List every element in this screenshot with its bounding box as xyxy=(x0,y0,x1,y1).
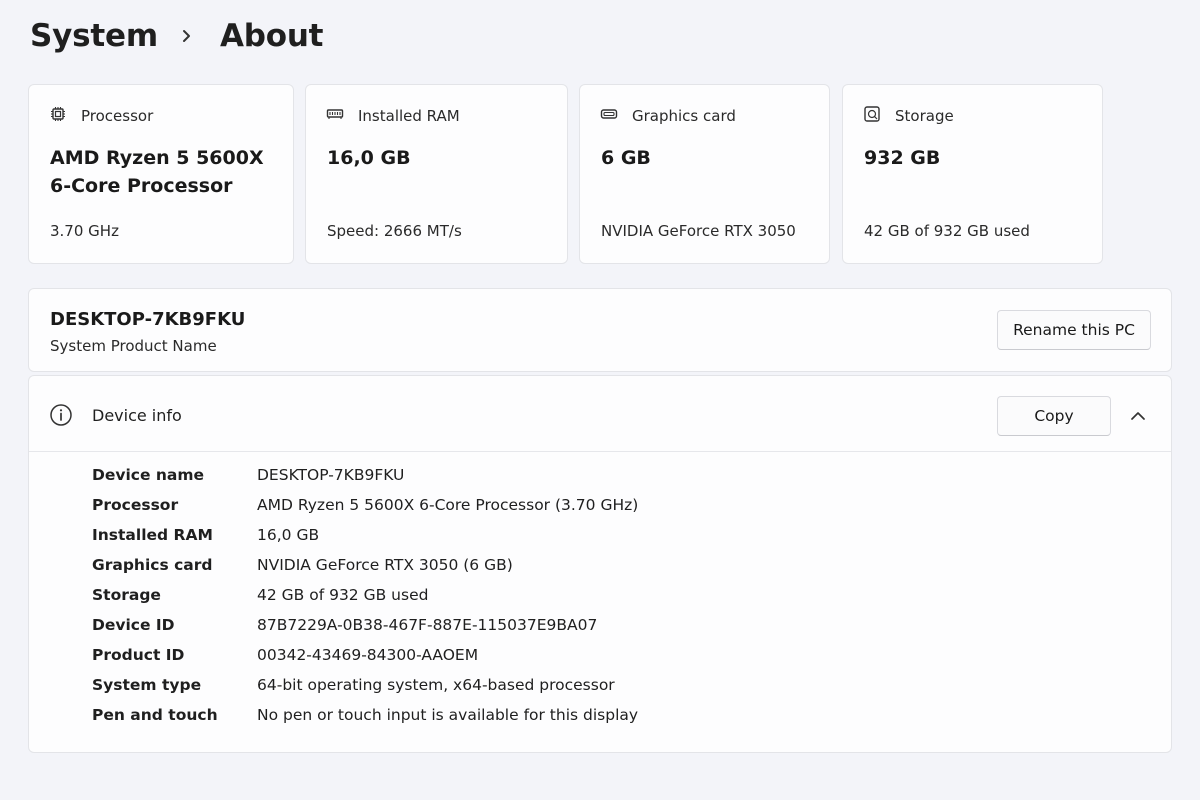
card-value: 16,0 GB xyxy=(327,147,411,169)
row-value: 87B7229A-0B38-467F-887E-115037E9BA07 xyxy=(257,616,598,634)
device-info-header[interactable]: Device info Copy xyxy=(29,376,1171,452)
row-key: Product ID xyxy=(92,646,185,664)
row-key: Storage xyxy=(92,586,161,604)
card-label: Storage xyxy=(895,107,954,125)
row-value: DESKTOP-7KB9FKU xyxy=(257,466,405,484)
card-sub: NVIDIA GeForce RTX 3050 xyxy=(601,222,796,240)
graphics-card-icon xyxy=(600,105,618,127)
rename-pc-button[interactable]: Rename this PC xyxy=(997,310,1151,350)
chevron-right-icon xyxy=(172,21,202,51)
row-value: NVIDIA GeForce RTX 3050 (6 GB) xyxy=(257,556,513,574)
row-key: Processor xyxy=(92,496,179,514)
ram-card: Installed RAM 16,0 GB Speed: 2666 MT/s xyxy=(305,84,568,264)
pc-name: DESKTOP-7KB9FKU xyxy=(50,309,246,330)
row-key: Installed RAM xyxy=(92,526,213,544)
row-key: System type xyxy=(92,676,202,694)
info-icon xyxy=(49,403,73,427)
storage-card: Storage 932 GB 42 GB of 932 GB used xyxy=(842,84,1103,264)
card-sub: 3.70 GHz xyxy=(50,222,119,240)
card-sub: Speed: 2666 MT/s xyxy=(327,222,462,240)
row-value: 42 GB of 932 GB used xyxy=(257,586,429,604)
storage-icon xyxy=(863,105,881,127)
row-value: AMD Ryzen 5 5600X 6-Core Processor (3.70… xyxy=(257,496,639,514)
page-title: About xyxy=(219,18,324,54)
pc-name-panel: DESKTOP-7KB9FKU System Product Name Rena… xyxy=(28,288,1172,372)
row-value: No pen or touch input is available for t… xyxy=(257,706,639,724)
card-label: Graphics card xyxy=(632,107,736,125)
card-label: Processor xyxy=(81,107,154,125)
graphics-card-card: Graphics card 6 GB NVIDIA GeForce RTX 30… xyxy=(579,84,830,264)
row-value: 64-bit operating system, x64-based proce… xyxy=(257,676,615,694)
card-value: 932 GB xyxy=(864,147,941,169)
row-key: Pen and touch xyxy=(92,706,218,724)
copy-button[interactable]: Copy xyxy=(997,396,1111,436)
card-label: Installed RAM xyxy=(358,107,460,125)
row-key: Device ID xyxy=(92,616,175,634)
breadcrumb-parent[interactable]: System xyxy=(30,18,158,54)
pc-product-name: System Product Name xyxy=(50,337,217,355)
row-value: 16,0 GB xyxy=(257,526,320,544)
processor-card: Processor AMD Ryzen 5 5600X 6-Core Proce… xyxy=(28,84,294,264)
device-info-panel: Device info Copy Device name DESKTOP-7KB… xyxy=(28,375,1172,753)
row-key: Graphics card xyxy=(92,556,213,574)
card-sub: 42 GB of 932 GB used xyxy=(864,222,1030,240)
row-key: Device name xyxy=(92,466,205,484)
row-value: 00342-43469-84300-AAOEM xyxy=(257,646,479,664)
breadcrumb: System About xyxy=(30,18,324,54)
card-value: AMD Ryzen 5 5600X 6-Core Processor xyxy=(50,147,264,197)
card-value: 6 GB xyxy=(601,147,651,169)
chevron-up-icon[interactable] xyxy=(1128,406,1148,426)
ram-icon xyxy=(326,105,344,127)
device-info-title: Device info xyxy=(92,406,182,425)
processor-icon xyxy=(49,105,67,127)
